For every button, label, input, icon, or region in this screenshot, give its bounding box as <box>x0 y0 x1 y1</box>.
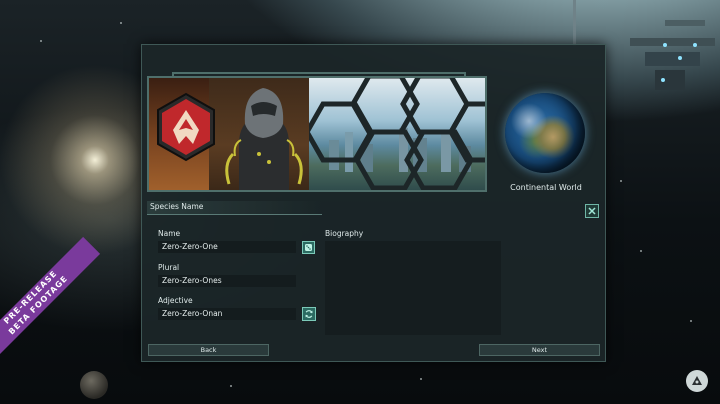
studio-logo-icon <box>686 370 708 392</box>
star <box>420 378 422 380</box>
species-portrait <box>225 88 303 190</box>
name-label: Name <box>158 229 181 238</box>
next-button[interactable]: Next <box>479 344 600 356</box>
adjective-label: Adjective <box>158 296 193 305</box>
continental-planet <box>505 93 585 173</box>
pre-release-banner: PRE-RELEASE BETA FOOTAGE <box>0 236 101 367</box>
section-title: Species Name <box>147 201 322 215</box>
empire-emblem <box>157 92 215 162</box>
star <box>40 40 42 42</box>
biography-label: Biography <box>325 229 364 238</box>
back-button[interactable]: Back <box>148 344 269 356</box>
random-name-button[interactable] <box>302 241 315 254</box>
star <box>620 180 622 182</box>
hexagon-window-frame <box>309 78 485 190</box>
star <box>690 320 692 322</box>
regenerate-adjective-button[interactable] <box>302 307 316 321</box>
species-creation-dialog: Continental World Species Name Name Zero… <box>141 44 606 362</box>
biography-textarea[interactable] <box>325 241 501 335</box>
logo-mark-icon <box>692 376 702 385</box>
star <box>640 250 642 252</box>
planet-preview: Continental World <box>502 91 590 192</box>
close-button[interactable] <box>585 204 599 218</box>
name-input[interactable]: Zero-Zero-One <box>158 241 296 253</box>
plural-label: Plural <box>158 263 180 272</box>
plural-input[interactable]: Zero-Zero-Ones <box>158 275 296 287</box>
species-portrait-panel <box>147 76 487 192</box>
adjective-input[interactable]: Zero-Zero-Onan <box>158 308 296 320</box>
close-icon <box>588 207 596 215</box>
star <box>120 22 122 24</box>
background-moon <box>80 371 108 399</box>
star <box>230 385 232 387</box>
refresh-icon <box>305 310 313 318</box>
dice-icon <box>305 244 312 251</box>
planet-type-label: Continental World <box>510 183 582 192</box>
